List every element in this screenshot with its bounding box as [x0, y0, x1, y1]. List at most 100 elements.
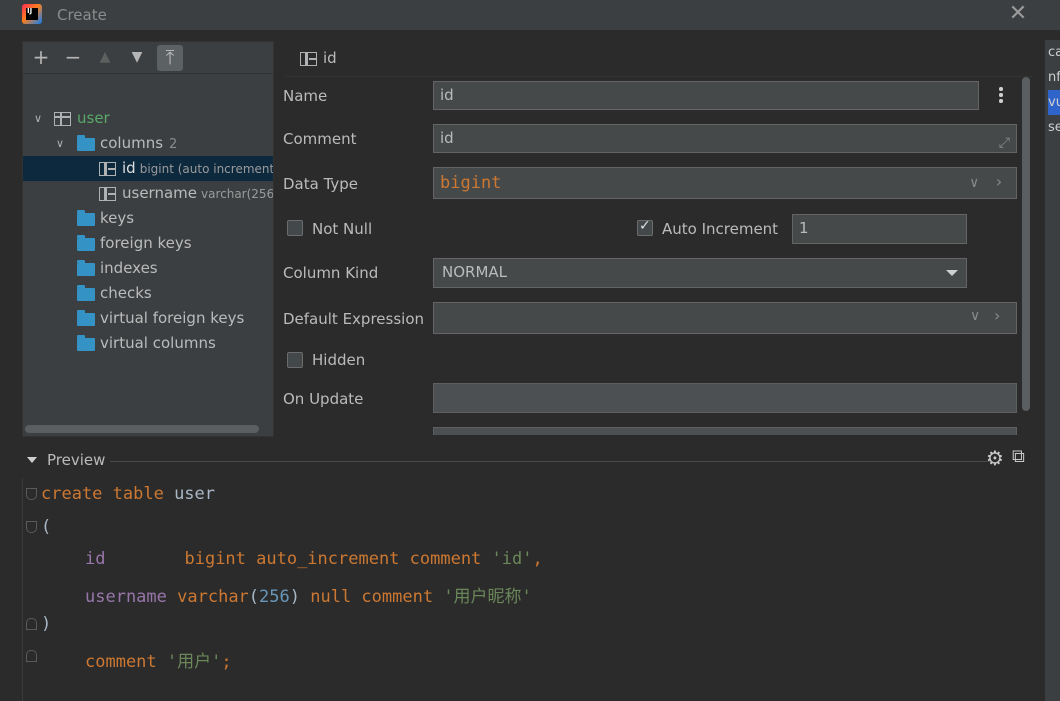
chevron-down-icon[interactable]: ∨: [970, 168, 978, 198]
preview-header[interactable]: Preview ⚙ ⧉: [22, 446, 1032, 471]
table-icon: [54, 112, 71, 126]
tree-item-columns[interactable]: ∨ columns 2: [23, 131, 273, 156]
column-icon: [300, 52, 317, 66]
chevron-down-icon[interactable]: ∨: [970, 303, 980, 330]
name-label: Name: [283, 87, 328, 105]
tree-item-label: checks: [100, 284, 152, 302]
tree-item-checks[interactable]: checks: [23, 281, 273, 306]
dropdown-arrow-icon[interactable]: [946, 270, 958, 276]
folder-icon: [77, 335, 95, 351]
data-type-value: bigint: [440, 173, 502, 193]
more-options-icon[interactable]: [996, 87, 1006, 105]
structure-tree-panel: + − ▲ ▼ ⤒ ∨ user ∨ columns 2 id bigint (au…: [22, 41, 274, 437]
form-header: id: [284, 41, 1032, 77]
column-properties-form: Name id Comment id ⤢ Data Type bigint ∨ …: [274, 77, 1032, 435]
fold-marker-icon[interactable]: [26, 618, 37, 630]
edge-text: se: [1048, 120, 1060, 135]
collapse-triangle-icon[interactable]: [27, 457, 37, 463]
column-kind-label: Column Kind: [283, 264, 379, 282]
title-bar: IJ Create ✕: [0, 0, 1060, 30]
tree-item-label: indexes: [100, 259, 158, 277]
fold-marker-icon[interactable]: [26, 650, 37, 662]
tree-item-keys[interactable]: keys: [23, 206, 273, 231]
folder-icon: [77, 235, 95, 251]
add-icon[interactable]: +: [28, 45, 54, 71]
edge-text: vu: [1048, 90, 1060, 115]
sql-preview-editor[interactable]: create table user ( id bigint auto_increm…: [22, 478, 1034, 701]
default-expression-label: Default Expression: [283, 310, 424, 328]
tree-item-user[interactable]: ∨ user: [23, 106, 273, 131]
edge-text: ca: [1048, 45, 1060, 60]
code-line: id bigint auto_increment comment 'id',: [85, 549, 543, 569]
code-line: create table user: [41, 484, 216, 504]
default-expression-field[interactable]: ∨ ›: [433, 302, 1017, 334]
not-null-label: Not Null: [312, 220, 373, 238]
pin-top-icon[interactable]: ⤒: [157, 45, 183, 71]
column-type-detail: varchar(256): [201, 187, 273, 201]
hidden-label: Hidden: [312, 351, 366, 369]
remove-icon[interactable]: −: [60, 45, 86, 71]
form-header-title: id: [323, 49, 337, 67]
intellij-logo-icon: IJ: [22, 4, 42, 24]
tree-item-virtual-foreign-keys[interactable]: virtual foreign keys: [23, 306, 273, 331]
close-icon[interactable]: ✕: [1008, 3, 1028, 25]
folder-icon: [77, 260, 95, 276]
fold-marker-icon[interactable]: [26, 488, 37, 500]
chevron-down-icon[interactable]: ∨: [31, 106, 45, 131]
tree-item-label: id: [122, 159, 136, 177]
tree-item-label: user: [77, 109, 110, 127]
form-vertical-scrollbar[interactable]: [1022, 77, 1030, 411]
folder-icon: [77, 285, 95, 301]
folder-icon: [77, 135, 95, 151]
move-up-icon[interactable]: ▲: [92, 45, 118, 71]
auto-increment-start-field[interactable]: 1: [792, 214, 967, 244]
tree-item-username[interactable]: username varchar(256): [23, 181, 273, 206]
tree-horizontal-scrollbar[interactable]: [25, 425, 259, 433]
auto-increment-checkbox[interactable]: [637, 218, 653, 236]
code-line: username varchar(256) null comment '用户昵称…: [85, 587, 532, 607]
column-kind-select[interactable]: NORMAL: [433, 258, 967, 288]
tree-item-label: keys: [100, 209, 135, 227]
tree-item-indexes[interactable]: indexes: [23, 256, 273, 281]
not-null-checkbox[interactable]: [287, 220, 303, 236]
expand-icon[interactable]: ⤢: [999, 130, 1010, 157]
hidden-checkbox[interactable]: [287, 352, 303, 368]
data-type-label: Data Type: [283, 175, 359, 193]
background-ide-edge: ca nf vu se: [1045, 40, 1060, 701]
on-update-field[interactable]: [433, 383, 1017, 413]
column-kind-value: NORMAL: [442, 263, 508, 281]
tree-item-virtual-columns[interactable]: virtual columns: [23, 331, 273, 356]
fold-marker-icon[interactable]: [26, 521, 37, 533]
data-type-field[interactable]: bigint ∨ ›: [433, 167, 1017, 199]
window-title: Create: [57, 6, 107, 24]
tree-item-label: virtual foreign keys: [100, 309, 245, 327]
tree-item-label: username: [122, 184, 197, 202]
tree-item-label: foreign keys: [100, 234, 192, 252]
chevron-down-icon[interactable]: ∨: [53, 131, 67, 156]
on-update-label: On Update: [283, 390, 364, 408]
column-count: 2: [169, 137, 178, 152]
column-icon: [99, 162, 116, 176]
code-line: comment '用户';: [85, 652, 232, 672]
tree-toolbar: + − ▲ ▼ ⤒: [23, 42, 273, 74]
tree-item-label: columns: [100, 134, 164, 152]
folder-icon: [77, 210, 95, 226]
tree-item-foreign-keys[interactable]: foreign keys: [23, 231, 273, 256]
comment-field[interactable]: id ⤢: [433, 124, 1017, 153]
open-in-editor-icon[interactable]: ⧉: [1012, 446, 1025, 467]
tree-item-label: virtual columns: [100, 334, 216, 352]
gear-icon[interactable]: ⚙: [986, 446, 1004, 470]
next-field-partial[interactable]: [433, 427, 1017, 435]
code-line: (: [41, 517, 52, 537]
move-down-icon[interactable]: ▼: [124, 45, 150, 71]
chevron-right-icon[interactable]: ›: [994, 167, 1004, 197]
folder-icon: [77, 310, 95, 326]
column-type-detail: bigint (auto increment): [139, 162, 273, 176]
comment-label: Comment: [283, 130, 357, 148]
name-field[interactable]: id: [433, 81, 979, 110]
tree-item-id[interactable]: id bigint (auto increment): [23, 156, 273, 181]
chevron-right-icon[interactable]: ›: [994, 302, 1000, 329]
comment-value: id: [440, 129, 454, 147]
divider: [110, 461, 990, 462]
edge-text: nf: [1048, 70, 1060, 85]
